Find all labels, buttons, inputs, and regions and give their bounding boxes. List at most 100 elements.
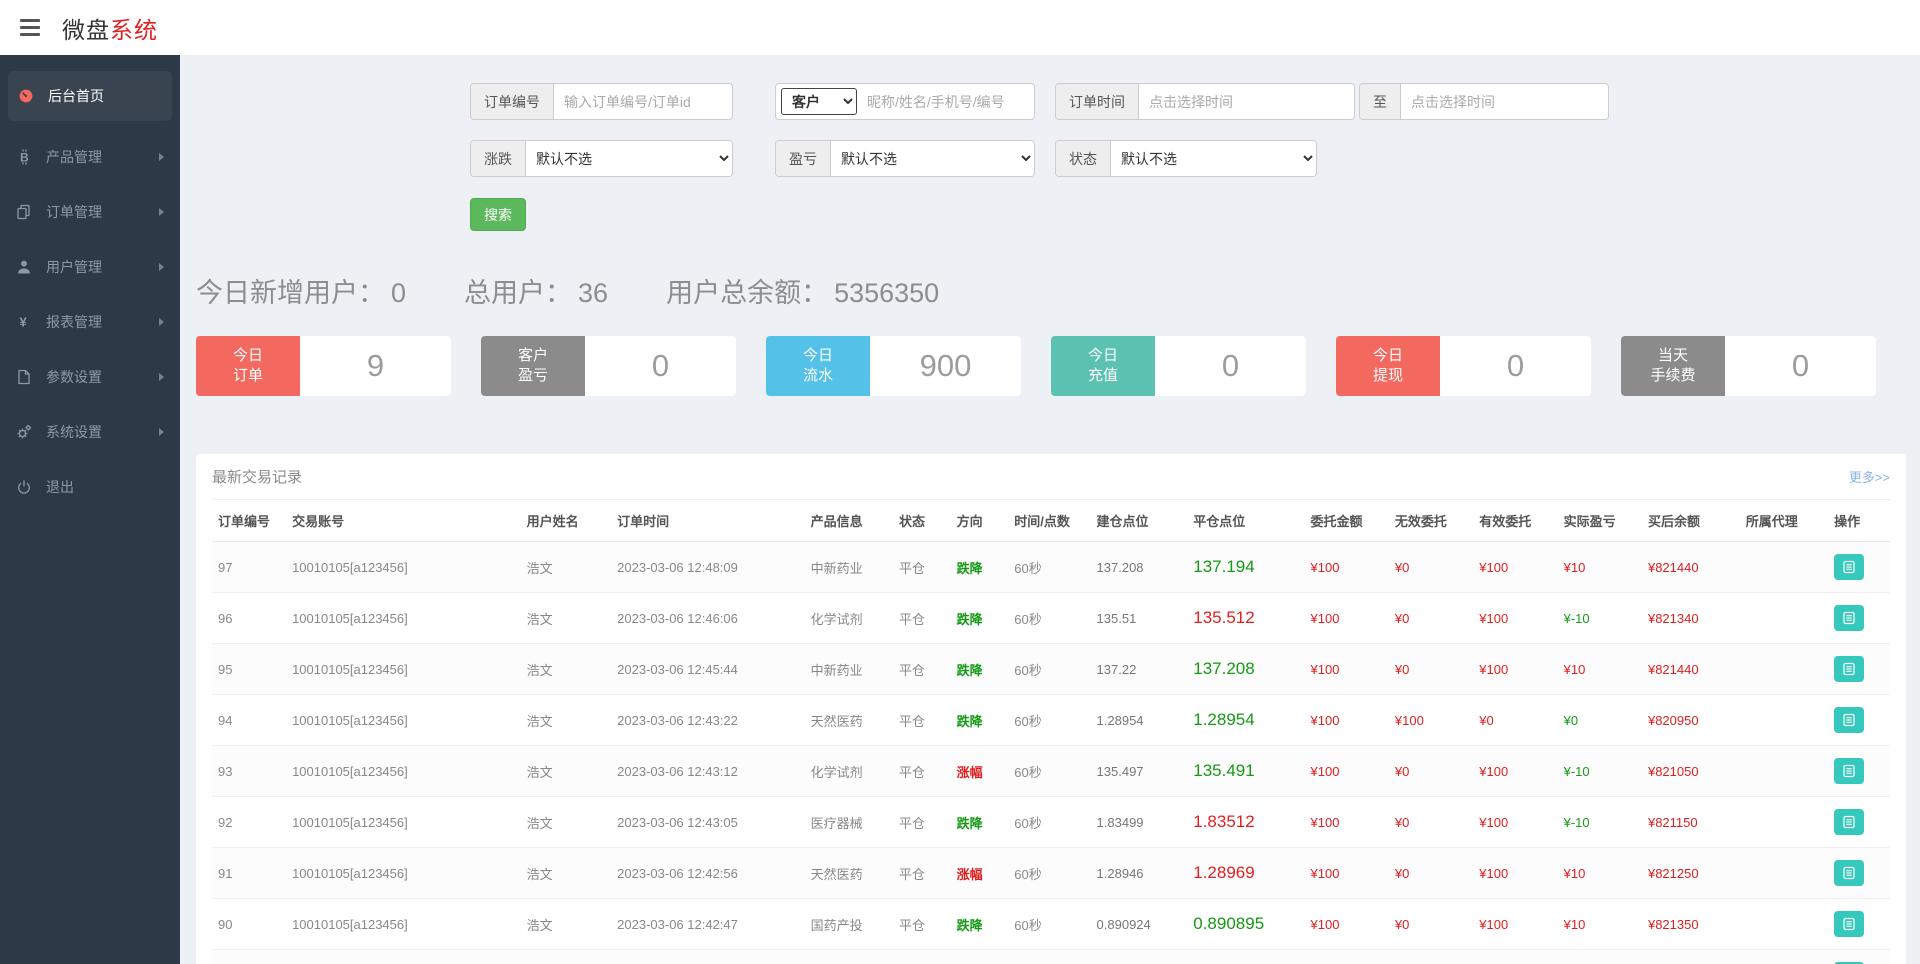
table-row: 96 10010105[a123456] 浩文 2023-03-06 12:46… [212, 593, 1890, 644]
sidebar-item-label: 参数设置 [46, 367, 102, 387]
panel-header: 最新交易记录 更多>> [212, 454, 1890, 500]
cell-duration: 60秒 [1008, 797, 1090, 848]
card-customer-pnl: 客户盈亏 0 [481, 336, 736, 396]
row-detail-button[interactable] [1834, 656, 1864, 682]
cell-action [1828, 695, 1890, 746]
table-row: 93 10010105[a123456] 浩文 2023-03-06 12:43… [212, 746, 1890, 797]
status-label: 状态 [1056, 141, 1111, 176]
row-detail-button[interactable] [1834, 911, 1864, 937]
card-value: 0 [1725, 336, 1876, 396]
customer-input[interactable] [857, 84, 1034, 119]
table-row: 97 10010105[a123456] 浩文 2023-03-06 12:48… [212, 542, 1890, 593]
cell-open-point: 1.83499 [1091, 797, 1188, 848]
stat-cards: 今日订单 9 客户盈亏 0 今日流水 900 今日充值 0 今日提现 0 当天手… [196, 336, 1906, 396]
cell-open-point: 137.208 [1091, 542, 1188, 593]
main-content: 订单编号 客户 订单时间 至 涨跌 默认不 [180, 55, 1920, 964]
row-detail-button[interactable] [1834, 554, 1864, 580]
sidebar-item-users[interactable]: 用户管理 [0, 239, 180, 294]
table-body: 97 10010105[a123456] 浩文 2023-03-06 12:48… [212, 542, 1890, 964]
sidebar-item-reports[interactable]: ¥ 报表管理 [0, 294, 180, 349]
cell-product: 国药产投 [805, 899, 893, 950]
cell-status: 平仓 [893, 542, 951, 593]
cell-balance-after: ¥821440 [1642, 542, 1740, 593]
cell-open-point: 137.216 [1091, 950, 1188, 964]
cell-actual-pnl: ¥-10 [1558, 593, 1642, 644]
table-row: 95 10010105[a123456] 浩文 2023-03-06 12:45… [212, 644, 1890, 695]
cell-product: 天然医药 [805, 695, 893, 746]
cell-account: 10010105[a123456] [286, 899, 521, 950]
sidebar-item-system-settings[interactable]: 系统设置 [0, 404, 180, 459]
row-detail-button[interactable] [1834, 707, 1864, 733]
cell-entrust-amount: ¥100 [1305, 644, 1389, 695]
cell-status: 平仓 [893, 950, 951, 964]
list-icon [1842, 866, 1856, 880]
cell-entrust-amount: ¥100 [1305, 593, 1389, 644]
cell-agent [1740, 950, 1828, 964]
cell-entrust-amount: ¥100 [1305, 695, 1389, 746]
row-detail-button[interactable] [1834, 860, 1864, 886]
sidebar-item-dashboard[interactable]: 后台首页 [8, 71, 172, 121]
row-detail-button[interactable] [1834, 809, 1864, 835]
column-header: 时间/点数 [1008, 500, 1090, 542]
cell-agent [1740, 593, 1828, 644]
cell-action [1828, 797, 1890, 848]
hamburger-menu-icon[interactable] [20, 19, 40, 36]
cell-open-point: 0.890924 [1091, 899, 1188, 950]
cell-order-id: 93 [212, 746, 286, 797]
cell-invalid-entrust: ¥0 [1389, 542, 1473, 593]
profit-select[interactable]: 默认不选 [831, 141, 1034, 176]
cell-duration: 60秒 [1008, 848, 1090, 899]
cell-status: 平仓 [893, 746, 951, 797]
power-icon [16, 479, 36, 495]
column-header: 方向 [951, 500, 1009, 542]
customer-type-select[interactable]: 客户 [781, 88, 857, 115]
more-link[interactable]: 更多>> [1849, 467, 1890, 486]
search-button[interactable]: 搜索 [470, 198, 526, 231]
status-select[interactable]: 默认不选 [1111, 141, 1316, 176]
cell-direction: 跌降 [951, 542, 1009, 593]
list-icon [1842, 815, 1856, 829]
cell-balance-after: ¥821250 [1642, 848, 1740, 899]
cell-account: 10010105[a123456] [286, 644, 521, 695]
sidebar-item-parameters[interactable]: 参数设置 [0, 349, 180, 404]
column-header: 产品信息 [805, 500, 893, 542]
row-detail-button[interactable] [1834, 758, 1864, 784]
sidebar-item-label: 退出 [46, 477, 74, 497]
updown-label: 涨跌 [471, 141, 526, 176]
cell-status: 平仓 [893, 695, 951, 746]
cell-direction: 跌降 [951, 797, 1009, 848]
cell-duration: 60秒 [1008, 542, 1090, 593]
svg-text:¥: ¥ [20, 314, 28, 329]
card-label: 今日提现 [1336, 336, 1440, 396]
cell-balance-after: ¥820950 [1642, 695, 1740, 746]
cell-close-point: 137.194 [1187, 542, 1304, 593]
updown-filter: 涨跌 默认不选 [470, 140, 733, 177]
updown-select[interactable]: 默认不选 [526, 141, 732, 176]
chevron-right-icon [159, 208, 164, 216]
table-row: 89 10010105[a123456] 浩文 2023-03-06 12:42… [212, 950, 1890, 964]
cell-balance-after: ¥821440 [1642, 644, 1740, 695]
row-detail-button[interactable] [1834, 605, 1864, 631]
cell-balance-after: ¥821450 [1642, 950, 1740, 964]
cell-balance-after: ¥821150 [1642, 797, 1740, 848]
column-header: 所属代理 [1740, 500, 1828, 542]
cell-account: 10010105[a123456] [286, 950, 521, 964]
chevron-right-icon [159, 153, 164, 161]
cell-valid-entrust: ¥100 [1473, 797, 1557, 848]
card-label: 今日流水 [766, 336, 870, 396]
to-label: 至 [1360, 84, 1401, 119]
sidebar-item-logout[interactable]: 退出 [0, 459, 180, 514]
order-no-input[interactable] [554, 84, 732, 119]
cell-order-time: 2023-03-06 12:46:06 [611, 593, 804, 644]
chevron-right-icon [159, 263, 164, 271]
order-time-start-input[interactable] [1139, 84, 1354, 119]
order-time-end-input[interactable] [1401, 84, 1608, 119]
sidebar-item-products[interactable]: B 产品管理 [0, 129, 180, 184]
card-label: 当天手续费 [1621, 336, 1725, 396]
card-label: 客户盈亏 [481, 336, 585, 396]
cell-close-point: 137.219 [1187, 950, 1304, 964]
sidebar-item-orders[interactable]: 订单管理 [0, 184, 180, 239]
cell-close-point: 1.28954 [1187, 695, 1304, 746]
table-header-row: 订单编号交易账号用户姓名订单时间产品信息状态方向时间/点数建仓点位平仓点位委托金… [212, 500, 1890, 542]
list-icon [1842, 713, 1856, 727]
